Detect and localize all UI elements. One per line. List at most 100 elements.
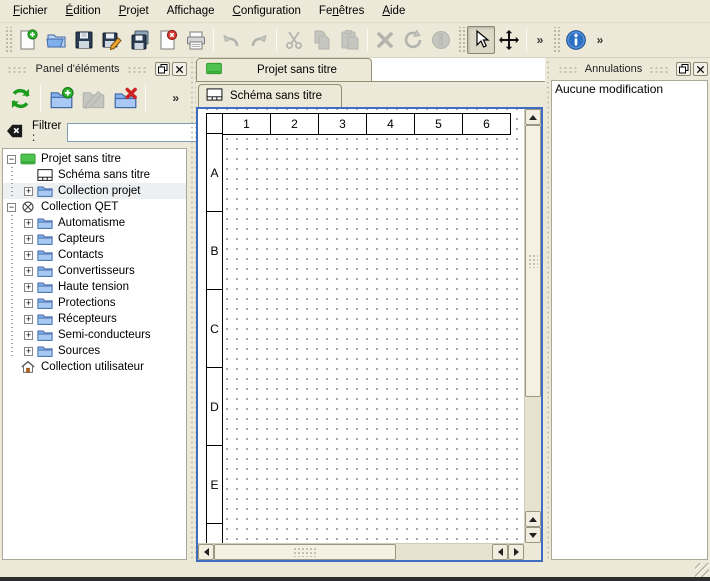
menu-aide[interactable]: Aide: [373, 0, 414, 22]
pan-mode-button[interactable]: [495, 26, 523, 54]
dock-grip[interactable]: [7, 65, 28, 73]
row-headers: ABCDE: [206, 134, 223, 543]
tree-item-recepteurs[interactable]: +Récepteurs: [3, 311, 186, 327]
close-panel-button[interactable]: [693, 62, 708, 76]
tree-item-protections[interactable]: + Protections: [3, 295, 186, 311]
close-file-icon: [157, 29, 179, 51]
toolbar-handle[interactable]: [552, 27, 560, 53]
reload-collections-button[interactable]: [4, 82, 36, 114]
tree-item-sources[interactable]: +Sources: [3, 343, 186, 359]
menu-fichier[interactable]: Fichier: [4, 0, 57, 22]
folder-icon: [37, 184, 53, 198]
menu-configuration[interactable]: Configuration: [224, 0, 310, 22]
qet-icon: [20, 200, 36, 214]
dock-grip[interactable]: [558, 65, 578, 73]
scroll-up-button[interactable]: [525, 109, 541, 125]
vscroll-track[interactable]: [525, 397, 541, 511]
expand-expander-icon[interactable]: +: [24, 347, 33, 356]
undo-list-item[interactable]: Aucune modification: [555, 82, 704, 96]
copy-button: [308, 26, 336, 54]
expand-expander-icon[interactable]: +: [24, 331, 33, 340]
left-splitter[interactable]: [189, 58, 196, 562]
expand-expander-icon[interactable]: +: [24, 219, 33, 228]
toolbar-overflow-button[interactable]: »: [590, 26, 610, 54]
toolbar-handle[interactable]: [457, 27, 465, 53]
about-button[interactable]: [562, 26, 590, 54]
scroll-up-button-2[interactable]: [525, 511, 541, 527]
dock-grip[interactable]: [127, 65, 148, 73]
toolbar-overflow-button[interactable]: »: [530, 26, 550, 54]
tree-item-capteurs[interactable]: +Capteurs: [3, 231, 186, 247]
tree-branch-guide: [3, 263, 20, 279]
save-all-button[interactable]: [126, 26, 154, 54]
tree-item-collection-qet[interactable]: −Collection QET: [3, 199, 186, 215]
menu-affichage[interactable]: Affichage: [158, 0, 224, 22]
selection-mode-button[interactable]: [467, 26, 495, 54]
paste-button: [336, 26, 364, 54]
menu-fenetres[interactable]: Fenêtres: [310, 0, 373, 22]
tree-branch-guide: [3, 327, 20, 343]
folder-icon: [37, 280, 53, 294]
clear-filter-icon[interactable]: [6, 123, 24, 142]
new-file-button[interactable]: [14, 26, 42, 54]
tree-item-label: Schéma sans titre: [58, 169, 150, 181]
hscroll-track[interactable]: [396, 544, 492, 560]
scroll-down-button[interactable]: [525, 527, 541, 543]
dock-grip[interactable]: [649, 65, 669, 73]
folder-icon: [37, 264, 53, 278]
close-file-button[interactable]: [154, 26, 182, 54]
save-as-button[interactable]: [98, 26, 126, 54]
float-panel-button[interactable]: [155, 62, 170, 76]
tree-item-collection-utilisateur[interactable]: Collection utilisateur: [3, 359, 186, 375]
folder-icon: [37, 216, 53, 230]
diagram-canvas[interactable]: 123456 ABCDE: [198, 109, 524, 543]
tree-item-convertisseurs[interactable]: + Convertisseurs: [3, 263, 186, 279]
panel-toolbar-overflow-button[interactable]: »: [172, 91, 179, 105]
print-button[interactable]: [182, 26, 210, 54]
collapse-expander-icon[interactable]: −: [7, 203, 16, 212]
undo-list[interactable]: Aucune modification: [551, 80, 708, 560]
scroll-left-button-2[interactable]: [492, 544, 508, 560]
expand-expander-icon[interactable]: +: [24, 235, 33, 244]
float-panel-button[interactable]: [676, 62, 691, 76]
resize-grip[interactable]: [695, 563, 709, 577]
expand-expander-icon[interactable]: +: [24, 299, 33, 308]
scroll-left-button[interactable]: [198, 544, 214, 560]
tree-item-projet-sans-titre[interactable]: −Projet sans titre: [3, 151, 186, 167]
delete-category-button[interactable]: [109, 82, 141, 114]
open-file-button[interactable]: [42, 26, 70, 54]
menu-projet[interactable]: Projet: [110, 0, 158, 22]
close-panel-button[interactable]: [172, 62, 187, 76]
vscroll-thumb[interactable]: [525, 125, 541, 397]
toolbar-separator: [213, 28, 214, 52]
float-icon: [679, 64, 689, 74]
expand-expander-icon[interactable]: +: [24, 315, 33, 324]
tab-project[interactable]: Projet sans titre: [196, 58, 372, 81]
expand-expander-icon[interactable]: +: [24, 251, 33, 260]
new-category-button[interactable]: [45, 82, 77, 114]
expand-expander-icon[interactable]: +: [24, 187, 33, 196]
tree-item-haute-tension[interactable]: +Haute tension: [3, 279, 186, 295]
tab-schema[interactable]: Schéma sans titre: [198, 84, 342, 107]
tree-item-contacts[interactable]: +Contacts: [3, 247, 186, 263]
tree-item-label: Convertisseurs: [58, 265, 135, 277]
vertical-scrollbar[interactable]: [524, 109, 541, 543]
scroll-right-button[interactable]: [508, 544, 524, 560]
expand-expander-icon[interactable]: +: [24, 267, 33, 276]
toolbar-separator: [145, 84, 146, 112]
horizontal-scrollbar[interactable]: [198, 543, 524, 560]
menu-edition[interactable]: Édition: [57, 0, 110, 22]
tree-item-automatisme[interactable]: +Automatisme: [3, 215, 186, 231]
save-button[interactable]: [70, 26, 98, 54]
schema-icon-holder: [37, 168, 53, 182]
toolbar-handle[interactable]: [4, 27, 12, 53]
tree-item-collection-projet[interactable]: +Collection projet: [3, 183, 186, 199]
collapse-expander-icon[interactable]: −: [7, 155, 16, 164]
expand-expander-icon[interactable]: +: [24, 283, 33, 292]
tree-item-label: Protections: [58, 297, 116, 309]
tree-branch-guide: [3, 311, 20, 327]
hscroll-thumb[interactable]: [214, 544, 396, 560]
schema-icon: [206, 88, 223, 101]
tree-item-schema-sans-titre[interactable]: Schéma sans titre: [3, 167, 186, 183]
tree-item-semi-conducteurs[interactable]: +Semi-conducteurs: [3, 327, 186, 343]
